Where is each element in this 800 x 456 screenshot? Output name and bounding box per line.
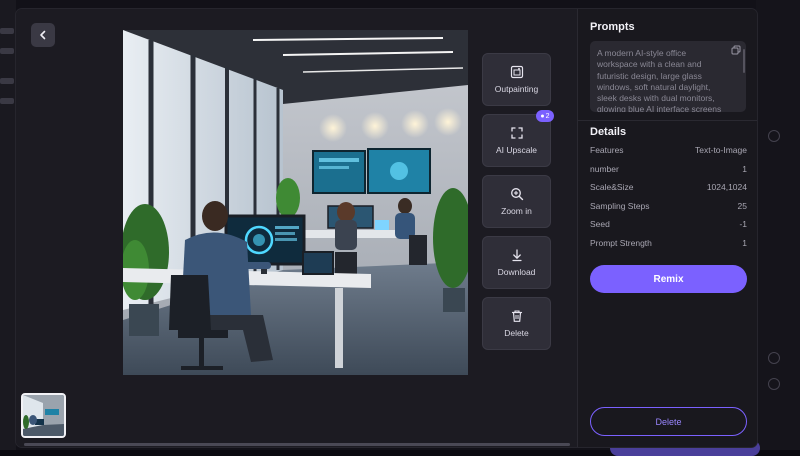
ai-upscale-button[interactable]: ●2 AI Upscale bbox=[482, 114, 551, 167]
background-icon bbox=[768, 378, 780, 390]
detail-value: 1 bbox=[742, 238, 747, 250]
background-icon bbox=[768, 352, 780, 364]
zoom-in-button[interactable]: Zoom in bbox=[482, 175, 551, 228]
image-viewer: Outpainting ●2 AI Upscale Zoom in Downlo… bbox=[16, 9, 577, 447]
delete-image-label: Delete bbox=[504, 328, 529, 338]
download-icon bbox=[510, 248, 524, 262]
divider bbox=[578, 120, 757, 121]
detail-key: Scale&Size bbox=[590, 182, 633, 194]
office-scene-illustration bbox=[123, 30, 468, 375]
thumbnail-image bbox=[23, 395, 64, 436]
scrollbar-thumb[interactable] bbox=[24, 443, 570, 446]
detail-row-number: number 1 bbox=[590, 164, 747, 176]
chevron-left-icon bbox=[38, 30, 48, 40]
download-label: Download bbox=[498, 267, 536, 277]
detail-value: 1024,1024 bbox=[707, 182, 747, 194]
ai-upscale-label: AI Upscale bbox=[496, 145, 537, 155]
detail-key: number bbox=[590, 164, 619, 176]
thumbnail-scrollbar[interactable] bbox=[24, 443, 570, 446]
detail-value: -1 bbox=[739, 219, 747, 231]
background-text bbox=[0, 78, 14, 84]
zoom-in-icon bbox=[510, 187, 524, 201]
trash-icon bbox=[510, 309, 524, 323]
details-panel: Prompts A modern AI-style office workspa… bbox=[577, 9, 757, 447]
prompt-scrollbar[interactable] bbox=[743, 49, 745, 73]
badge-count: 2 bbox=[546, 113, 550, 120]
zoom-in-label: Zoom in bbox=[501, 206, 532, 216]
detail-key: Sampling Steps bbox=[590, 201, 650, 213]
copy-icon[interactable] bbox=[731, 45, 741, 55]
detail-value: 25 bbox=[738, 201, 747, 213]
detail-value: 1 bbox=[742, 164, 747, 176]
delete-button[interactable]: Delete bbox=[590, 407, 747, 436]
background-sidebar bbox=[0, 0, 16, 450]
expand-icon bbox=[510, 126, 524, 140]
back-button[interactable] bbox=[31, 23, 55, 47]
outpainting-button[interactable]: Outpainting bbox=[482, 53, 551, 106]
image-detail-modal: Outpainting ●2 AI Upscale Zoom in Downlo… bbox=[16, 9, 757, 447]
download-button[interactable]: Download bbox=[482, 236, 551, 289]
outpaint-icon bbox=[510, 65, 524, 79]
delete-image-button[interactable]: Delete bbox=[482, 297, 551, 350]
detail-row-sampling-steps: Sampling Steps 25 bbox=[590, 201, 747, 213]
detail-row-scale-size: Scale&Size 1024,1024 bbox=[590, 182, 747, 194]
coin-icon: ● bbox=[540, 113, 544, 120]
detail-row-features: Features Text-to-Image bbox=[590, 145, 747, 157]
prompts-heading: Prompts bbox=[590, 21, 635, 33]
detail-key: Prompt Strength bbox=[590, 238, 652, 250]
remix-button[interactable]: Remix bbox=[590, 265, 747, 293]
generated-image[interactable] bbox=[123, 30, 468, 375]
background-text bbox=[0, 28, 14, 34]
outpainting-label: Outpainting bbox=[495, 84, 538, 94]
background-right-column bbox=[756, 0, 800, 450]
detail-row-prompt-strength: Prompt Strength 1 bbox=[590, 238, 747, 250]
upscale-count-badge: ●2 bbox=[536, 110, 554, 122]
background-text bbox=[0, 48, 14, 54]
prompt-text-box[interactable]: A modern AI-style office workspace with … bbox=[590, 41, 746, 112]
detail-row-seed: Seed -1 bbox=[590, 219, 747, 231]
detail-key: Features bbox=[590, 145, 624, 157]
background-text bbox=[0, 98, 14, 104]
background-icon bbox=[768, 130, 780, 142]
detail-key: Seed bbox=[590, 219, 610, 231]
details-heading: Details bbox=[590, 126, 626, 138]
detail-value: Text-to-Image bbox=[695, 145, 747, 157]
image-thumbnail[interactable] bbox=[21, 393, 66, 438]
